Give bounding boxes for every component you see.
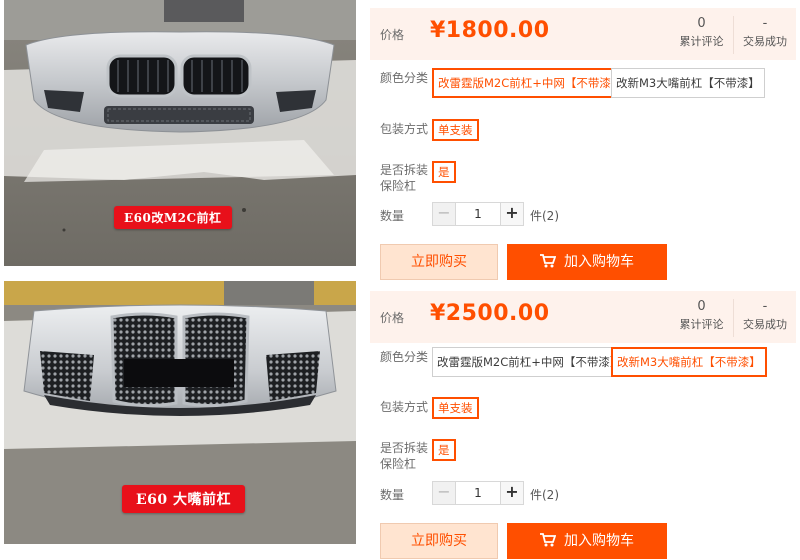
review-count[interactable]: 0 累计评论 [670,299,734,337]
option-name: 改新M3大嘴前杠 [616,76,703,90]
sales-count-value: - [762,16,768,31]
option-name: 改雷霆版M2C前杠+中网 [437,355,564,369]
package-option[interactable]: 单支装 [432,397,479,419]
package-label: 包装方式 [380,122,429,136]
color-option-m3[interactable]: 改新M3大嘴前杠【不带漆】 [611,347,767,377]
color-option-m3[interactable]: 改新M3大嘴前杠【不带漆】 [611,68,765,98]
add-to-cart-button[interactable]: 加入购物车 [507,523,667,559]
color-option-m2c[interactable]: 改雷霆版M2C前杠+中网【不带漆】 [432,347,627,377]
quantity-increase-button[interactable]: + [500,202,524,226]
option-name: 改雷霆版M2C前杠+中网 [438,76,565,90]
review-count[interactable]: 0 累计评论 [670,16,734,54]
quantity-label: 数量 [380,209,405,223]
buy-now-button[interactable]: 立即购买 [380,523,498,559]
sales-count-value: - [762,299,768,314]
quantity-decrease-button[interactable]: − [432,481,456,505]
photo-caption: E60 大嘴前杠 [122,485,246,513]
review-count-label: 累计评论 [679,35,724,48]
quantity-label: 数量 [380,488,405,502]
quantity-unit: 件(2) [530,209,559,223]
color-label: 颜色分类 [380,71,429,85]
color-label: 颜色分类 [380,350,429,364]
review-count-value: 0 [697,299,706,314]
price-label: 价格 [380,311,405,325]
package-label: 包装方式 [380,400,429,414]
add-to-cart-label: 加入购物车 [564,533,634,549]
disassemble-option[interactable]: 是 [432,161,456,183]
option-tag: 【不带漆】 [703,355,761,369]
buy-now-button[interactable]: 立即购买 [380,244,498,280]
sales-count-label: 交易成功 [743,318,787,331]
price-value: ¥1800.00 [430,18,550,43]
disassemble-label-line1: 是否拆装 [380,163,429,177]
sales-count: - 交易成功 [734,16,796,54]
cart-icon [540,532,556,546]
review-count-value: 0 [697,16,706,31]
disassemble-option[interactable]: 是 [432,439,456,461]
disassemble-label-line2: 保险杠 [380,457,417,471]
option-name: 改新M3大嘴前杠 [617,355,704,369]
package-option[interactable]: 单支装 [432,119,479,141]
price-label: 价格 [380,28,405,42]
quantity-input[interactable]: 1 [456,202,500,226]
add-to-cart-label: 加入购物车 [564,254,634,270]
product-photo-m3[interactable]: E60 大嘴前杠 [4,281,356,544]
price-bar: 价格 ¥1800.00 0 累计评论 - 交易成功 [370,8,796,60]
product-detail-panel: 价格 ¥2500.00 0 累计评论 - 交易成功 颜色分类 改雷霆版M2C前杠… [370,283,796,560]
color-option-m2c[interactable]: 改雷霆版M2C前杠+中网【不带漆】 [432,68,629,98]
price-value: ¥2500.00 [430,301,550,326]
quantity-input[interactable]: 1 [456,481,500,505]
product-photo-m2c[interactable]: E60改M2C前杠 [4,0,356,266]
sales-count: - 交易成功 [734,299,796,337]
sales-count-label: 交易成功 [743,35,787,48]
disassemble-label-line2: 保险杠 [380,179,417,193]
quantity-decrease-button[interactable]: − [432,202,456,226]
quantity-unit: 件(2) [530,488,559,502]
product-detail-panel: 价格 ¥1800.00 0 累计评论 - 交易成功 颜色分类 改雷霆版M2C前杠… [370,0,796,284]
option-tag: 【不带漆】 [702,76,760,90]
quantity-increase-button[interactable]: + [500,481,524,505]
disassemble-label-line1: 是否拆装 [380,441,429,455]
price-bar: 价格 ¥2500.00 0 累计评论 - 交易成功 [370,291,796,343]
add-to-cart-button[interactable]: 加入购物车 [507,244,667,280]
cart-icon [540,253,556,267]
photo-caption: E60改M2C前杠 [114,206,232,229]
review-count-label: 累计评论 [679,318,724,331]
